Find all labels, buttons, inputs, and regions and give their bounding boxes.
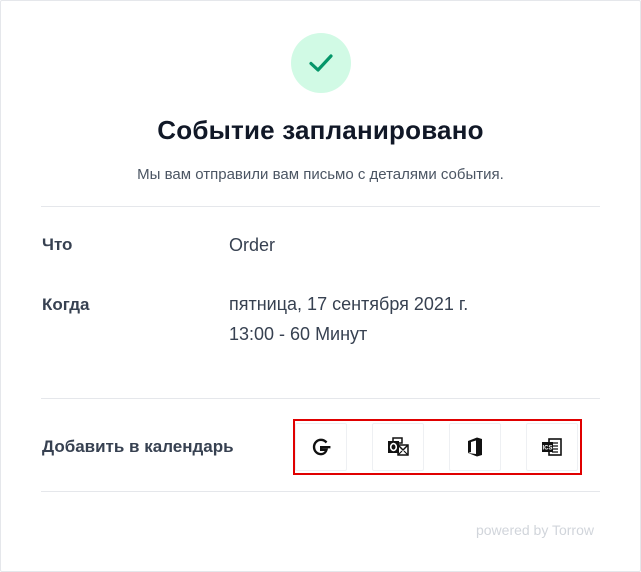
google-calendar-icon [312,438,331,456]
ics-file-icon: ICS [542,438,562,456]
divider [41,206,600,207]
add-outlook-button[interactable] [372,423,424,471]
success-badge [291,33,351,93]
add-office365-button[interactable] [449,423,501,471]
svg-text:ICS: ICS [542,446,552,452]
checkmark-icon [309,54,333,72]
divider [41,398,600,399]
when-label: Когда [42,295,90,314]
confirmation-card: Событие запланировано Мы вам отправили в… [0,0,641,572]
divider [41,491,600,492]
when-date: пятница, 17 сентября 2021 г. [229,294,469,314]
what-label: Что [42,235,73,254]
page-subtitle: Мы вам отправили вам письмо с деталями с… [137,166,504,183]
what-value: Order [229,235,276,255]
powered-by-link[interactable]: powered by Torrow [476,522,594,538]
outlook-icon [388,437,409,456]
page-title: Событие запланировано [157,115,484,145]
add-to-calendar-label: Добавить в календарь [42,437,234,456]
download-ics-button[interactable]: ICS [526,423,578,471]
when-time: 13:00 - 60 Минут [229,324,368,344]
add-google-calendar-button[interactable] [295,423,347,471]
office365-icon [468,437,482,457]
